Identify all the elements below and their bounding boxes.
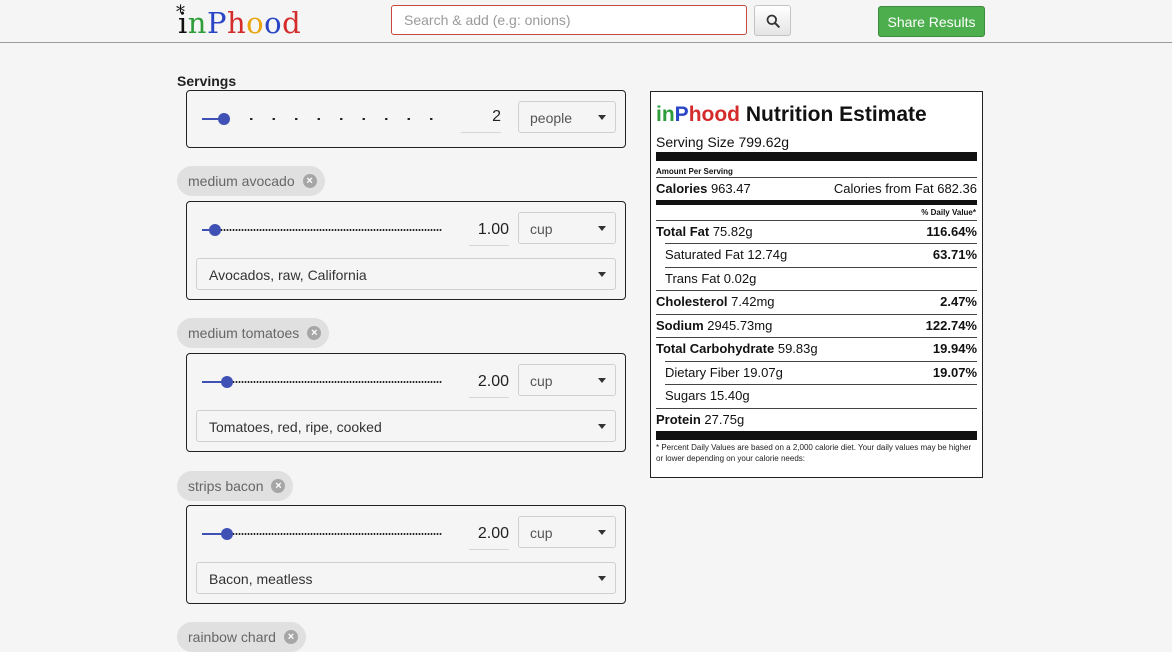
close-icon[interactable]: × <box>271 479 286 493</box>
slider-thumb[interactable] <box>221 528 233 540</box>
nutrient-row-trans-fat: Trans Fat 0.02g <box>665 267 977 290</box>
daily-value-footnote: * Percent Daily Values are based on a 2,… <box>656 443 972 463</box>
nutrient-row-sugars: Sugars 15.40g <box>665 384 977 407</box>
amount-per-serving: Amount Per Serving <box>656 167 733 176</box>
nutrition-label: inPhood Nutrition Estimate Serving Size … <box>650 91 983 478</box>
search-input[interactable] <box>391 5 747 35</box>
quantity-value[interactable]: 2.00 <box>469 373 509 398</box>
chevron-down-icon <box>598 378 606 383</box>
servings-card: 2 people <box>186 90 626 148</box>
nutrient-row-cholesterol: Cholesterol 7.42mg 2.47% <box>656 290 977 313</box>
ingredient-chip[interactable]: medium tomatoes × <box>177 318 330 348</box>
nutrient-row-dietary-fiber: Dietary Fiber 19.07g 19.07% <box>665 361 977 384</box>
serving-size: Serving Size 799.62g <box>656 134 790 150</box>
thick-divider <box>656 152 977 161</box>
daily-value-header: % Daily Value* <box>921 208 976 217</box>
servings-label: Servings <box>177 73 237 89</box>
chevron-down-icon <box>598 226 606 231</box>
close-icon[interactable]: × <box>307 326 322 340</box>
thick-divider <box>656 431 977 440</box>
food-match-select[interactable]: Avocados, raw, California <box>196 258 616 290</box>
food-match-select[interactable]: Bacon, meatless <box>196 562 616 594</box>
unit-select[interactable]: cup <box>518 364 616 396</box>
nutrient-row-sodium: Sodium 2945.73mg 122.74% <box>656 314 977 337</box>
calories-row: Calories 963.47 Calories from Fat 682.36 <box>656 177 977 200</box>
servings-slider[interactable] <box>202 113 442 125</box>
nutrition-title: inPhood Nutrition Estimate <box>656 103 927 126</box>
nutrient-row-saturated-fat: Saturated Fat 12.74g 63.71% <box>665 243 977 266</box>
slider-thumb[interactable] <box>221 376 233 388</box>
share-results-button[interactable]: Share Results <box>878 6 985 37</box>
search-button[interactable] <box>754 5 791 36</box>
logo-wordmark: inPhood <box>178 6 302 40</box>
quantity-slider[interactable] <box>202 376 442 388</box>
quantity-value[interactable]: 1.00 <box>469 221 509 246</box>
unit-select[interactable]: cup <box>518 516 616 548</box>
chevron-down-icon <box>598 530 606 535</box>
quantity-slider[interactable] <box>202 224 442 236</box>
slider-thumb[interactable] <box>209 224 221 236</box>
nutrient-row-total-carbohydrate: Total Carbohydrate 59.83g 19.94% <box>656 337 977 360</box>
close-icon[interactable]: × <box>283 630 298 644</box>
close-icon[interactable]: × <box>302 174 317 188</box>
medium-divider <box>656 200 977 205</box>
chevron-down-icon <box>598 272 606 277</box>
ingredient-card: 2.00 cup Tomatoes, red, ripe, cooked <box>186 353 626 452</box>
top-header: * inPhood Share Results <box>0 0 1172 43</box>
quantity-value[interactable]: 2.00 <box>469 525 509 550</box>
nutrient-row-protein: Protein 27.75g <box>656 408 977 431</box>
ingredient-chip[interactable]: strips bacon × <box>177 471 294 501</box>
ingredient-chip[interactable]: medium avocado × <box>177 166 325 196</box>
ingredient-chip[interactable]: rainbow chard × <box>177 622 306 652</box>
quantity-slider[interactable] <box>202 528 442 540</box>
servings-value[interactable]: 2 <box>461 108 501 133</box>
search-icon <box>766 14 780 28</box>
ingredient-card: 1.00 cup Avocados, raw, California <box>186 201 626 300</box>
unit-select[interactable]: cup <box>518 212 616 244</box>
chevron-down-icon <box>598 115 606 120</box>
nutrient-row-total-fat: Total Fat 75.82g 116.64% <box>656 220 977 243</box>
food-match-select[interactable]: Tomatoes, red, ripe, cooked <box>196 410 616 442</box>
ingredient-card: 2.00 cup Bacon, meatless <box>186 505 626 604</box>
chevron-down-icon <box>598 576 606 581</box>
slider-thumb[interactable] <box>218 113 230 125</box>
chevron-down-icon <box>598 424 606 429</box>
servings-unit-select[interactable]: people <box>518 101 616 133</box>
